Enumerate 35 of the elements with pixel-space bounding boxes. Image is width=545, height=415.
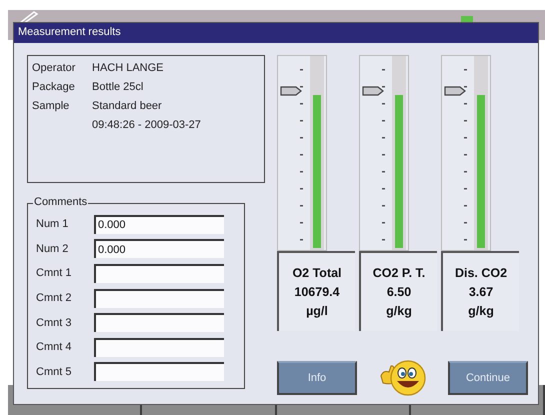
field-label: Cmnt 2 <box>36 292 72 304</box>
meter-name: Dis. CO2 <box>454 266 508 280</box>
input-field[interactable] <box>94 264 224 283</box>
field-label: Cmnt 3 <box>36 316 72 329</box>
status-led <box>461 16 473 22</box>
pen-icon <box>18 10 40 24</box>
meter-unit: µg/l <box>306 304 328 318</box>
input-field[interactable] <box>94 288 224 308</box>
info-value: Standard beer <box>92 100 163 112</box>
info-value: Bottle 25cl <box>92 81 144 93</box>
meter-value: 6.50 <box>386 285 412 299</box>
info-value: 09:48:26 - 2009-03-27 <box>92 119 202 131</box>
meter-name: O2 Total <box>292 266 342 280</box>
input-field[interactable] <box>94 362 224 382</box>
input-field[interactable] <box>94 313 224 332</box>
input-field[interactable]: 0.000 <box>94 239 224 258</box>
info-label: Operator <box>32 62 76 74</box>
meter-unit: g/kg <box>468 304 494 318</box>
info-value: HACH LANGE <box>92 62 165 74</box>
meter-value: 10679.4 <box>294 285 340 299</box>
field-label: Cmnt 1 <box>36 267 72 280</box>
meter-value: 3.67 <box>468 285 494 299</box>
field-label: Num 2 <box>36 242 70 255</box>
info-label: Sample <box>32 100 70 112</box>
field-label: Cmnt 5 <box>36 366 72 378</box>
info-label: Package <box>32 81 76 93</box>
field-label: Num 1 <box>36 218 70 230</box>
input-field[interactable]: 0.000 <box>94 214 224 234</box>
meter-name: CO2 P. T. <box>372 266 426 280</box>
smiley-thumbs-up-icon <box>378 358 426 398</box>
field-label: Cmnt 4 <box>36 341 72 354</box>
group-title: Comments <box>33 196 88 208</box>
input-field[interactable] <box>94 338 224 357</box>
dialog-title: Measurement results <box>14 23 538 43</box>
meter-unit: g/kg <box>386 304 412 318</box>
